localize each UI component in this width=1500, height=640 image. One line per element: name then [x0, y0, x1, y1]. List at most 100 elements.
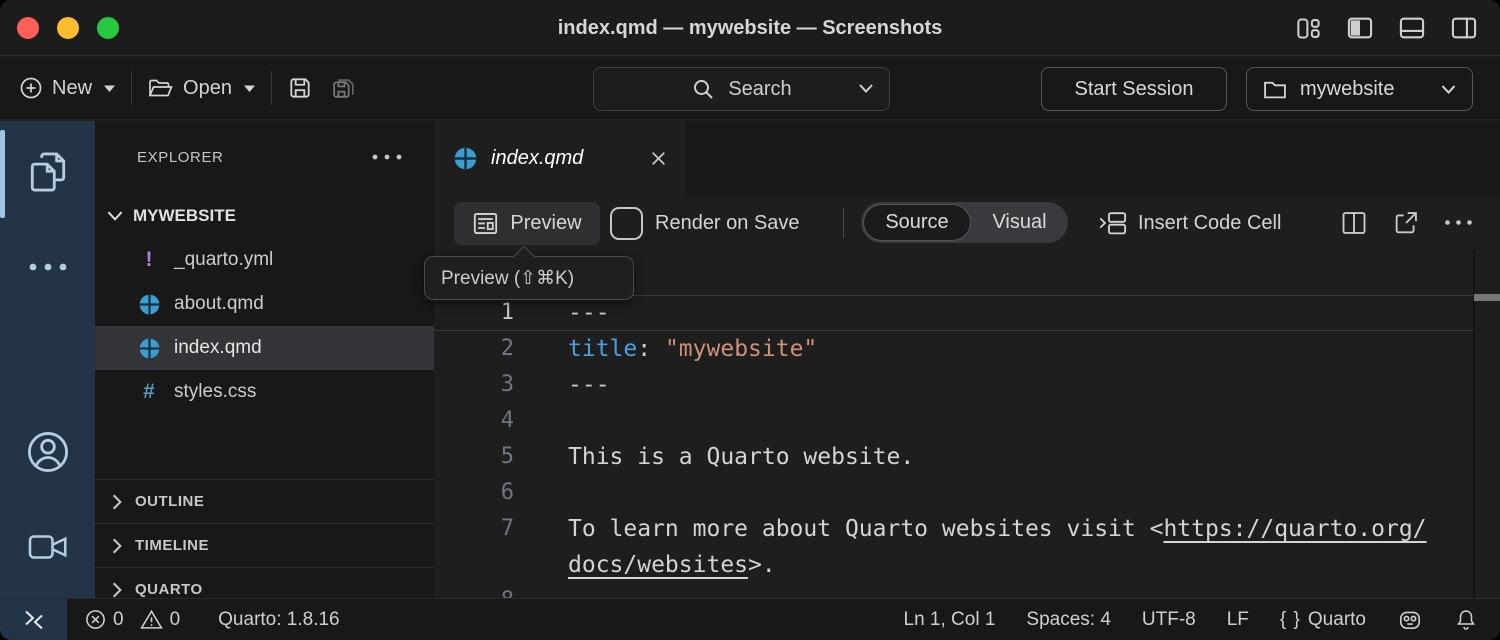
- file-row-about.qmd[interactable]: about.qmd: [95, 282, 434, 326]
- sidebar-item-explorer[interactable]: [0, 130, 95, 214]
- copilot-status-icon[interactable]: [1397, 607, 1423, 633]
- customize-layout-icon[interactable]: [1295, 15, 1322, 42]
- toolbar-separator: [271, 71, 272, 105]
- close-icon[interactable]: [650, 150, 667, 167]
- sidebar-item-screen-recorder[interactable]: [0, 505, 95, 589]
- toolbar-separator: [843, 208, 844, 238]
- indentation-status[interactable]: Spaces: 4: [1026, 609, 1111, 631]
- visual-mode-label: Visual: [992, 211, 1046, 234]
- status-bar: 0 0 Quarto: 1.8.16 Ln 1, Col 1 Spaces: 4…: [0, 598, 1500, 640]
- sidebar-item-more[interactable]: [0, 225, 95, 309]
- language-mode-status[interactable]: { } Quarto: [1280, 609, 1366, 631]
- file-name: styles.css: [174, 381, 256, 403]
- cursor-position-status[interactable]: Ln 1, Col 1: [904, 609, 996, 631]
- chevron-right-icon: [110, 537, 124, 555]
- globe-icon: [137, 293, 161, 316]
- chevron-down-icon[interactable]: [858, 83, 874, 94]
- new-button-label: New: [52, 77, 92, 100]
- quarto-version-status[interactable]: Quarto: 1.8.16: [218, 609, 339, 631]
- tab-index-qmd[interactable]: index.qmd: [434, 121, 686, 195]
- line-number: 2: [434, 331, 514, 367]
- code-text: docs/websites>.: [568, 547, 776, 583]
- explorer-root-label: MYWEBSITE: [133, 206, 236, 226]
- error-count: 0: [113, 609, 124, 631]
- titlebar: index.qmd — mywebsite — Screenshots: [0, 0, 1500, 56]
- more-actions-icon[interactable]: [371, 153, 404, 161]
- file-row-_quarto.yml[interactable]: !_quarto.yml: [95, 238, 434, 282]
- sidebar-section-outline[interactable]: OUTLINE: [95, 479, 434, 523]
- account-icon: [25, 429, 71, 475]
- source-mode-button[interactable]: Source: [863, 204, 971, 241]
- save-all-button[interactable]: [330, 75, 357, 102]
- save-button[interactable]: [287, 75, 313, 101]
- line-number: 4: [434, 403, 514, 439]
- open-external-icon[interactable]: [1392, 209, 1420, 237]
- more-actions-icon[interactable]: [1444, 219, 1473, 226]
- sidebar-section-label: TIMELINE: [135, 537, 209, 554]
- source-visual-toggle: Source Visual: [861, 202, 1068, 243]
- file-row-styles.css[interactable]: # styles.css: [95, 370, 434, 414]
- toggle-panel-icon[interactable]: [1398, 14, 1426, 42]
- folder-icon: [1262, 78, 1288, 101]
- code-text: To learn more about Quarto websites visi…: [568, 511, 1427, 547]
- start-session-button[interactable]: Start Session: [1041, 67, 1227, 111]
- render-on-save-label[interactable]: Render on Save: [655, 195, 800, 251]
- render-on-save-checkbox[interactable]: [610, 207, 643, 240]
- file-name: index.qmd: [174, 337, 262, 359]
- encoding-status[interactable]: UTF-8: [1142, 609, 1196, 631]
- workspace-label: mywebsite: [1300, 78, 1394, 101]
- sidebar-section-label: QUARTO: [135, 581, 203, 598]
- preview-tooltip-label: Preview (⇧⌘K): [441, 267, 574, 290]
- sidebar-section-timeline[interactable]: TIMELINE: [95, 523, 434, 567]
- code-text: ---: [568, 295, 610, 331]
- open-button[interactable]: Open: [147, 76, 256, 100]
- preview-button[interactable]: Preview: [454, 202, 600, 245]
- error-icon: [85, 609, 106, 630]
- code-text: title: "mywebsite": [568, 331, 817, 367]
- insert-code-cell-button[interactable]: Insert Code Cell: [1098, 195, 1281, 251]
- new-button[interactable]: New: [19, 76, 116, 100]
- line-number: 8: [434, 583, 514, 598]
- braces-icon: { }: [1280, 609, 1301, 631]
- open-button-label: Open: [183, 77, 232, 100]
- workspace-switcher-button[interactable]: mywebsite: [1246, 67, 1473, 111]
- warning-count: 0: [170, 609, 181, 631]
- toolbar-separator: [131, 71, 132, 105]
- explorer-root-folder[interactable]: MYWEBSITE: [95, 194, 434, 238]
- line-number: 1: [434, 295, 514, 331]
- globe-icon: [137, 337, 161, 360]
- overview-ruler-cursor-mark: [1474, 294, 1500, 301]
- start-session-label: Start Session: [1075, 78, 1194, 101]
- toggle-primary-sidebar-icon[interactable]: [1346, 14, 1374, 42]
- insert-code-cell-label: Insert Code Cell: [1138, 212, 1281, 235]
- globe-icon: [453, 146, 478, 171]
- code-line: docs/websites>.: [434, 547, 1500, 583]
- code-text: This is a Quarto website.: [568, 439, 914, 475]
- sidebar-section-quarto[interactable]: QUARTO: [95, 567, 434, 598]
- code-lines: 1---2title: "mywebsite"3---45This is a Q…: [434, 295, 1500, 598]
- eol-status[interactable]: LF: [1227, 609, 1249, 631]
- line-number: 5: [434, 439, 514, 475]
- sidebar-item-account[interactable]: [0, 410, 95, 494]
- chevron-down-icon: [1440, 84, 1457, 95]
- language-mode-label: Quarto: [1308, 609, 1366, 631]
- search-input[interactable]: Search: [593, 67, 890, 111]
- visual-mode-button[interactable]: Visual: [971, 202, 1068, 243]
- folder-open-icon: [147, 76, 174, 100]
- line-number: 6: [434, 475, 514, 511]
- code-text: ---: [568, 367, 610, 403]
- toggle-secondary-sidebar-icon[interactable]: [1450, 14, 1478, 42]
- split-editor-icon[interactable]: [1340, 209, 1368, 237]
- warning-exclamation-icon: !: [137, 248, 161, 272]
- explorer-header-label: EXPLORER: [137, 149, 224, 166]
- chevron-down-icon: [106, 210, 124, 222]
- code-editor[interactable]: 1---2title: "mywebsite"3---45This is a Q…: [434, 251, 1500, 598]
- hash-icon: #: [137, 380, 161, 404]
- code-line: 4: [434, 403, 1500, 439]
- notifications-bell-icon[interactable]: [1454, 607, 1478, 632]
- problems-status[interactable]: 0 0: [85, 609, 180, 631]
- remote-indicator[interactable]: [0, 599, 67, 640]
- file-row-index.qmd[interactable]: index.qmd: [95, 326, 434, 370]
- chevron-right-icon: [110, 581, 124, 599]
- save-all-icon: [330, 75, 357, 102]
